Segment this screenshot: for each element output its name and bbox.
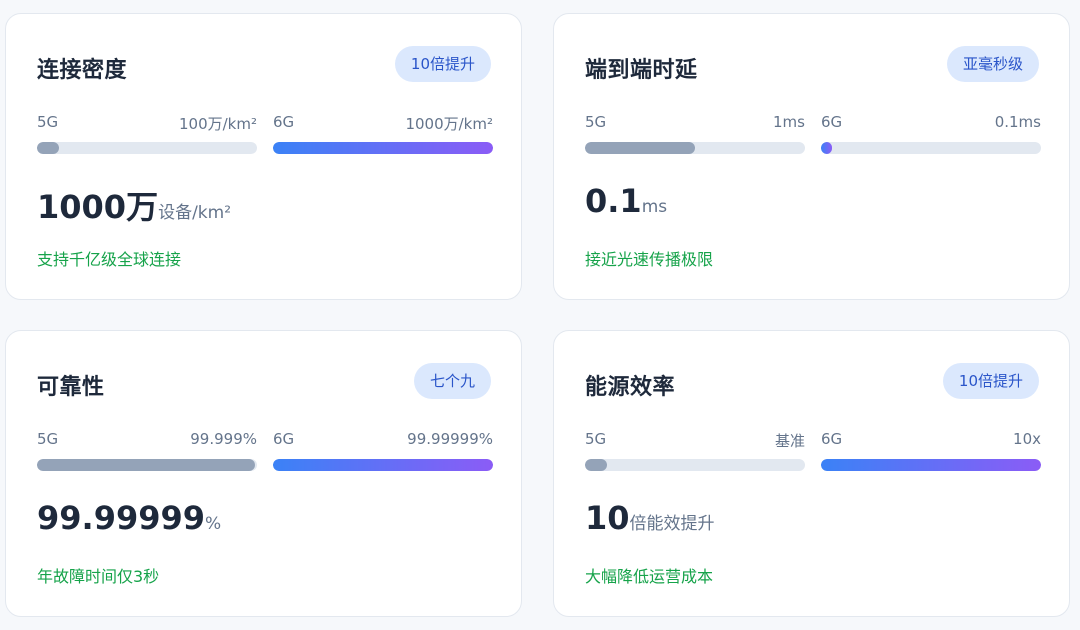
metric-note: 大幅降低运营成本 [585, 567, 714, 586]
6g-label: 6G [273, 430, 295, 448]
6g-column: 6G 0.1ms [821, 113, 1041, 157]
headline-unit: 设备/km² [158, 203, 232, 223]
comparison-bars: 5G 100万/km² 6G 1000万/km² [37, 113, 493, 157]
metric-note: 年故障时间仅3秒 [37, 567, 160, 586]
5g-value: 100万/km² [179, 115, 257, 133]
metrics-grid: 连接密度 10倍提升 5G 100万/km² 6G 1000万/km² 1000… [0, 0, 1080, 630]
headline-metric: 10倍能效提升 [585, 499, 715, 537]
5g-column: 5G 基准 [585, 430, 805, 474]
6g-label: 6G [273, 113, 295, 131]
6g-progress-track [821, 142, 1041, 154]
card-title: 连接密度 [37, 58, 128, 83]
6g-label: 6G [821, 113, 843, 131]
5g-column: 5G 100万/km² [37, 113, 257, 157]
6g-value: 10x [1013, 430, 1041, 448]
metric-card-latency: 端到端时延 亚毫秒级 5G 1ms 6G 0.1ms 0.1ms 接近光速传播极… [553, 13, 1070, 300]
improvement-badge: 10倍提升 [394, 46, 491, 82]
6g-progress-fill [821, 459, 1041, 471]
5g-progress-fill [585, 142, 695, 154]
5g-value: 基准 [774, 432, 805, 450]
5g-progress-track [585, 142, 805, 154]
headline-value: 1000万 [37, 188, 159, 226]
5g-progress-track [37, 459, 257, 471]
headline-metric: 1000万设备/km² [37, 182, 231, 228]
6g-value: 1000万/km² [405, 115, 493, 133]
5g-progress-fill [37, 142, 59, 154]
comparison-bars: 5G 99.999% 6G 99.99999% [37, 430, 493, 474]
6g-column: 6G 10x [821, 430, 1041, 474]
5g-label: 5G [37, 430, 59, 448]
6g-progress-track [273, 459, 493, 471]
5g-label: 5G [585, 430, 607, 448]
headline-value: 0.1 [585, 182, 642, 220]
headline-metric: 0.1ms [585, 182, 667, 220]
card-title: 可靠性 [37, 375, 105, 400]
5g-progress-track [37, 142, 257, 154]
5g-label: 5G [585, 113, 607, 131]
6g-value: 99.99999% [407, 430, 493, 448]
metric-card-connection-density: 连接密度 10倍提升 5G 100万/km² 6G 1000万/km² 1000… [5, 13, 522, 300]
6g-label: 6G [821, 430, 843, 448]
6g-column: 6G 99.99999% [273, 430, 493, 474]
headline-metric: 99.99999% [37, 499, 221, 537]
5g-progress-fill [585, 459, 607, 471]
headline-unit: 倍能效提升 [629, 514, 715, 534]
6g-value: 0.1ms [994, 113, 1041, 131]
comparison-bars: 5G 基准 6G 10x [585, 430, 1041, 474]
metric-card-reliability: 可靠性 七个九 5G 99.999% 6G 99.99999% 99.99999… [5, 330, 522, 617]
5g-value: 1ms [773, 113, 805, 131]
5g-column: 5G 1ms [585, 113, 805, 157]
6g-progress-fill [273, 459, 493, 471]
6g-progress-fill [821, 142, 832, 154]
6g-progress-fill [273, 142, 493, 154]
card-title: 端到端时延 [585, 58, 698, 83]
6g-column: 6G 1000万/km² [273, 113, 493, 157]
5g-label: 5G [37, 113, 59, 131]
improvement-badge: 亚毫秒级 [946, 46, 1039, 82]
headline-unit: % [205, 514, 222, 534]
headline-unit: ms [641, 197, 668, 217]
5g-progress-track [585, 459, 805, 471]
improvement-badge: 七个九 [413, 363, 491, 399]
6g-progress-track [273, 142, 493, 154]
card-title: 能源效率 [585, 375, 676, 400]
metric-note: 接近光速传播极限 [585, 250, 714, 269]
5g-column: 5G 99.999% [37, 430, 257, 474]
metric-card-energy-efficiency: 能源效率 10倍提升 5G 基准 6G 10x 10倍能效提升 大幅降低运营成本 [553, 330, 1070, 617]
5g-value: 99.999% [190, 430, 257, 448]
improvement-badge: 10倍提升 [942, 363, 1039, 399]
headline-value: 10 [585, 499, 630, 537]
5g-progress-fill [37, 459, 255, 471]
6g-progress-track [821, 459, 1041, 471]
comparison-bars: 5G 1ms 6G 0.1ms [585, 113, 1041, 157]
metric-note: 支持千亿级全球连接 [37, 250, 182, 269]
headline-value: 99.99999 [37, 499, 206, 537]
